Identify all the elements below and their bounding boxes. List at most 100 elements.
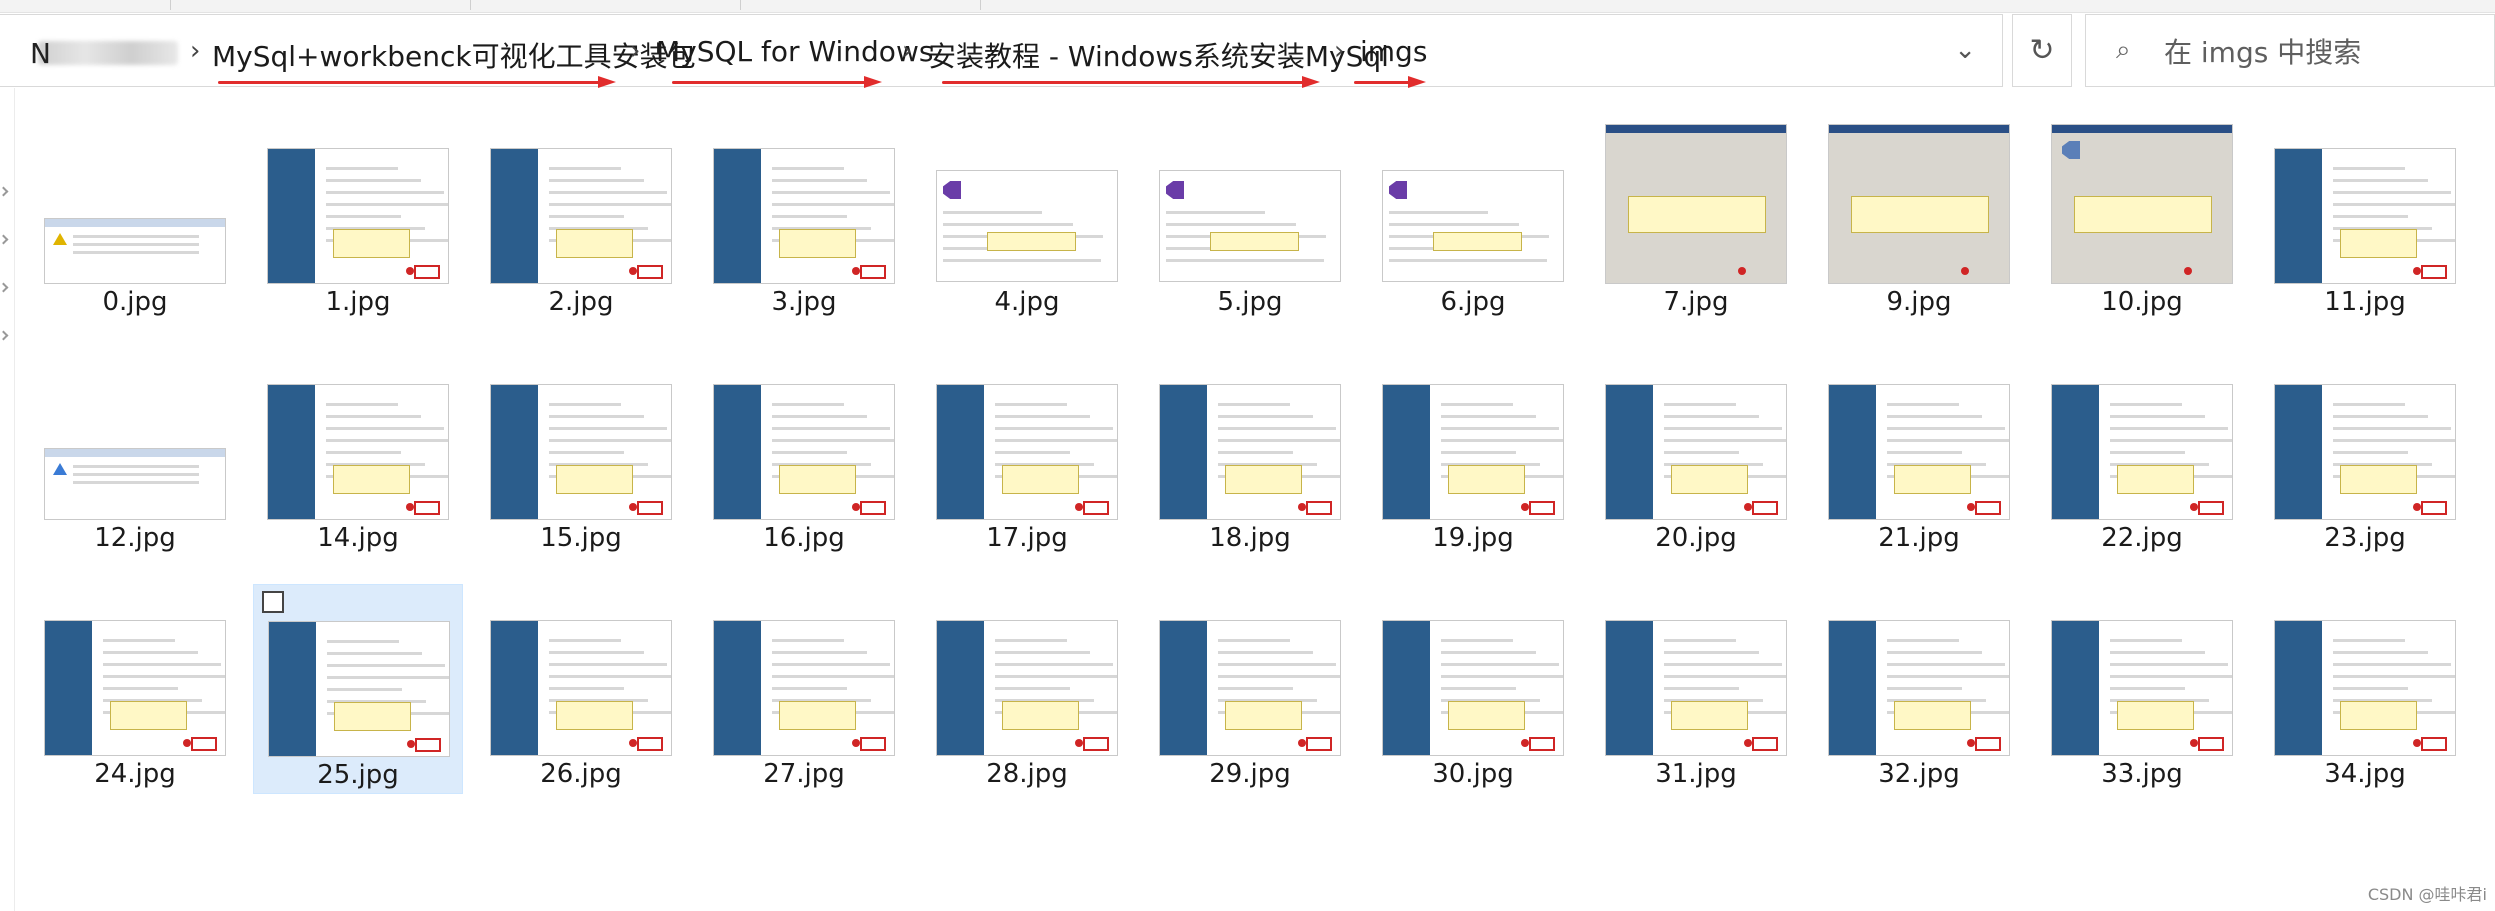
file-thumbnail [490,384,672,520]
file-item[interactable]: 19.jpg [1368,348,1578,558]
file-name: 24.jpg [94,759,176,789]
file-item[interactable]: 18.jpg [1145,348,1355,558]
file-item[interactable]: 20.jpg [1591,348,1801,558]
file-item[interactable]: 33.jpg [2037,584,2247,794]
annotation-arrow [1354,76,1426,88]
file-item[interactable]: 7.jpg [1591,112,1801,322]
file-name: 3.jpg [771,287,837,317]
file-item[interactable]: 31.jpg [1591,584,1801,794]
file-thumbnail [2274,148,2456,284]
refresh-icon: ↻ [2029,33,2055,68]
ribbon-remnant [0,0,2495,13]
file-item[interactable]: 34.jpg [2260,584,2470,794]
file-thumbnail [936,170,1118,282]
breadcrumb-item[interactable]: MySQL for Windows [656,35,933,68]
file-item[interactable]: 25.jpg [253,584,463,794]
file-item[interactable]: 29.jpg [1145,584,1355,794]
file-item[interactable]: 21.jpg [1814,348,2024,558]
file-name: 22.jpg [2101,523,2183,553]
chevron-down-icon[interactable]: ⌄ [1954,35,1976,65]
file-item[interactable]: 28.jpg [922,584,1132,794]
file-item[interactable]: 0.jpg [30,112,240,322]
file-thumbnail [2051,620,2233,756]
file-thumbnail [1605,620,1787,756]
file-thumbnail [1382,170,1564,282]
search-input[interactable] [2162,29,2486,75]
file-item[interactable]: 1.jpg [253,112,463,322]
file-item[interactable]: 30.jpg [1368,584,1578,794]
file-item[interactable]: 17.jpg [922,348,1132,558]
breadcrumb-item[interactable]: 安装教程 - Windows系统安装MySql [928,35,1389,75]
select-checkbox[interactable] [262,591,284,613]
file-name: 15.jpg [540,523,622,553]
breadcrumb-partial[interactable]: N [30,37,51,70]
file-name: 30.jpg [1432,759,1514,789]
breadcrumb-separator: › [1334,36,1345,66]
file-item[interactable]: 14.jpg [253,348,463,558]
file-thumbnail [936,384,1118,520]
file-thumbnail [1159,620,1341,756]
file-name: 27.jpg [763,759,845,789]
address-bar[interactable]: N › MySql+workbenck可视化工具安装包 › MySQL for … [0,14,2003,87]
file-item[interactable]: 16.jpg [699,348,909,558]
file-grid: 0.jpg 1.jpg 2.jpg 3.jpg 4.jpg 5.jpg 6.jpg 7.jpg… [40,120,2490,820]
file-item[interactable]: 4.jpg [922,112,1132,322]
watermark: CSDN @哇咔君i [2367,885,2487,904]
file-name: 21.jpg [1878,523,1960,553]
search-icon: ⌕ [2116,35,2131,65]
file-item[interactable]: 26.jpg [476,584,686,794]
file-item[interactable]: 12.jpg [30,348,240,558]
file-name: 6.jpg [1440,287,1506,317]
file-thumbnail [1828,620,2010,756]
file-thumbnail [268,621,450,757]
breadcrumb-item-current[interactable]: imgs [1360,35,1427,68]
search-box[interactable]: ⌕ [2085,14,2495,87]
file-thumbnail [267,148,449,284]
file-name: 12.jpg [94,523,176,553]
file-name: 32.jpg [1878,759,1960,789]
file-thumbnail [1828,384,2010,520]
file-thumbnail [1605,384,1787,520]
file-name: 33.jpg [2101,759,2183,789]
refresh-button[interactable]: ↻ [2012,14,2072,87]
file-item[interactable]: 15.jpg [476,348,686,558]
file-thumbnail [2051,384,2233,520]
file-thumbnail [2274,620,2456,756]
annotation-arrow [942,76,1322,88]
file-item[interactable]: 23.jpg [2260,348,2470,558]
file-name: 14.jpg [317,523,399,553]
file-name: 25.jpg [317,760,399,790]
file-item[interactable]: 5.jpg [1145,112,1355,322]
file-thumbnail [2051,124,2233,284]
file-item[interactable]: 22.jpg [2037,348,2247,558]
file-name: 4.jpg [994,287,1060,317]
file-item[interactable]: 10.jpg [2037,112,2247,322]
blurred-crumb [38,41,178,65]
file-name: 9.jpg [1886,287,1952,317]
file-item[interactable]: 24.jpg [30,584,240,794]
breadcrumb-item[interactable]: MySql+workbenck可视化工具安装包 [212,35,696,75]
file-item[interactable]: 11.jpg [2260,112,2470,322]
file-name: 5.jpg [1217,287,1283,317]
file-name: 34.jpg [2324,759,2406,789]
annotation-arrow [218,76,618,88]
breadcrumb-separator: › [902,36,913,66]
file-item[interactable]: 3.jpg [699,112,909,322]
file-name: 23.jpg [2324,523,2406,553]
annotation-arrow [672,76,884,88]
file-thumbnail [1159,384,1341,520]
navigation-pane-edge [0,88,15,911]
breadcrumb-separator: › [630,36,641,66]
file-thumbnail [936,620,1118,756]
file-item[interactable]: 27.jpg [699,584,909,794]
file-item[interactable]: 6.jpg [1368,112,1578,322]
file-item[interactable]: 2.jpg [476,112,686,322]
file-thumbnail [1828,124,2010,284]
file-name: 16.jpg [763,523,845,553]
file-thumbnail [1382,620,1564,756]
file-item[interactable]: 32.jpg [1814,584,2024,794]
file-item[interactable]: 9.jpg [1814,112,2024,322]
file-name: 2.jpg [548,287,614,317]
file-thumbnail [267,384,449,520]
file-thumbnail [1159,170,1341,282]
